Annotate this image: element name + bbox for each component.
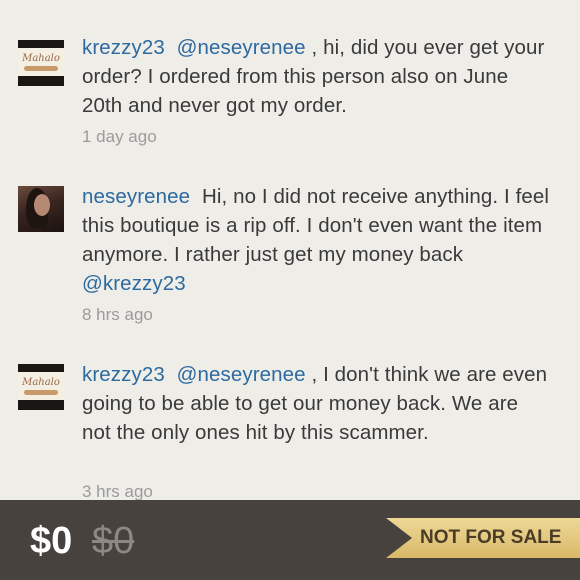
comment-username[interactable]: krezzy23 [82,36,165,59]
avatar-logo-text: Mahalo [22,53,60,64]
comment-text: krezzy23 @neseyrenee , I don't think we … [82,360,552,447]
comment-mention[interactable]: @krezzy23 [82,272,186,295]
comment-text: neseyrenee Hi, no I did not receive anyt… [82,182,552,298]
comment-username[interactable]: neseyrenee [82,185,190,208]
comment-timestamp: 3 hrs ago [82,482,153,500]
comment-timestamp: 8 hrs ago [82,305,153,324]
comment-mention[interactable]: @neseyrenee [177,363,306,386]
comment-text: krezzy23 @neseyrenee , hi, did you ever … [82,33,552,120]
comment-username[interactable]: krezzy23 [82,363,165,386]
listing-price-bar: $0 $0 NOT FOR SALE [0,500,580,580]
user-avatar[interactable] [18,186,64,232]
original-price-label: $0 [92,520,135,562]
status-badge: NOT FOR SALE [420,527,562,548]
price-label: $0 [30,520,73,562]
user-avatar[interactable]: Mahalo [18,364,64,410]
comments-list: Mahalo krezzy23 @neseyrenee , hi, did yo… [0,0,580,500]
avatar-logo-text: Mahalo [22,377,60,388]
user-avatar[interactable]: Mahalo [18,40,64,86]
comment-mention[interactable]: @neseyrenee [177,36,306,59]
not-for-sale-ribbon: NOT FOR SALE [386,518,580,558]
comment-timestamp: 1 day ago [82,127,157,146]
